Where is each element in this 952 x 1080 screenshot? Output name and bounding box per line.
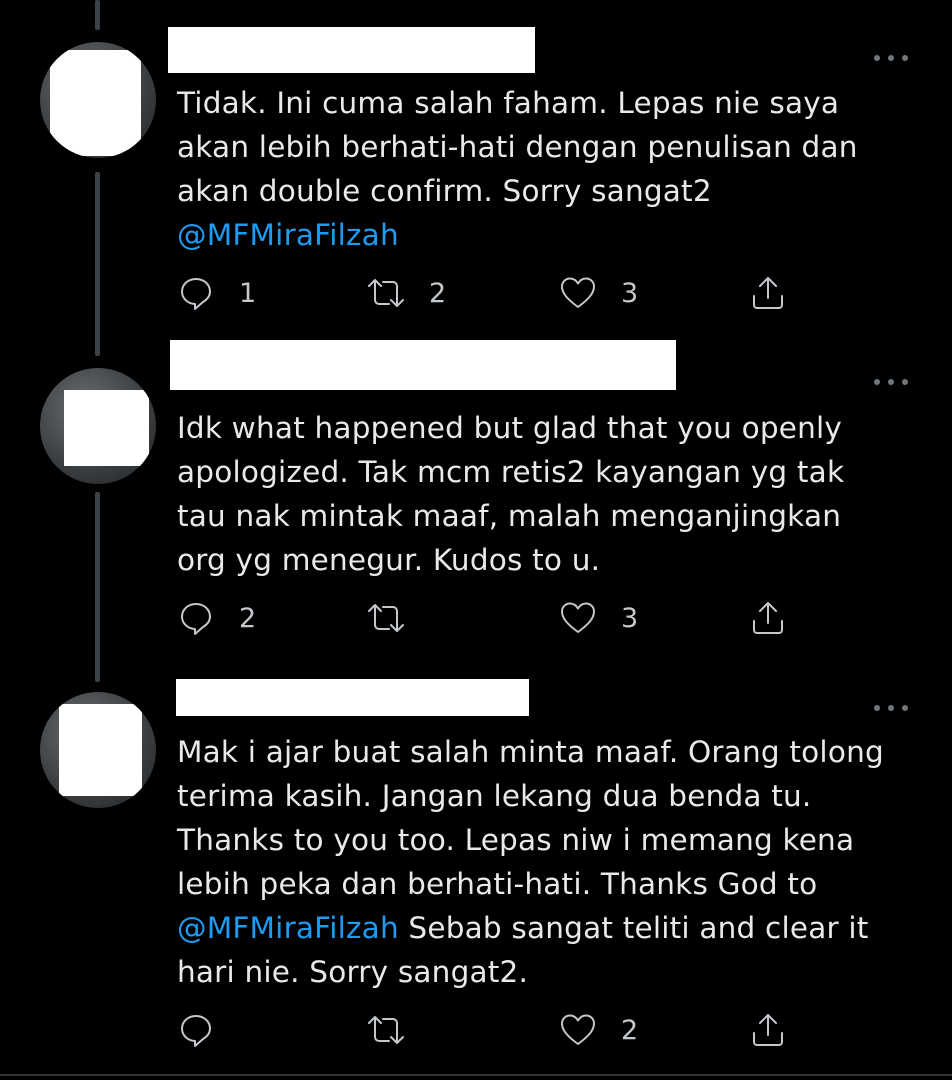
more-icon [874, 705, 880, 711]
reply-button[interactable]: 2 [177, 600, 256, 636]
tweet-text: Tidak. Ini cuma salah faham. Lepas nie s… [177, 81, 917, 257]
reply-icon [181, 603, 211, 635]
mention-link[interactable]: @MFMiraFilzah [177, 218, 399, 252]
tweet[interactable]: Mak i ajar buat salah minta maaf. Orang … [0, 670, 952, 1074]
retweet-count: 2 [429, 277, 447, 309]
share-icon [753, 277, 783, 309]
more-icon [874, 379, 880, 385]
reply-button[interactable] [177, 1012, 239, 1048]
more-options-button[interactable] [874, 372, 908, 392]
retweet-button[interactable] [367, 600, 429, 636]
like-button[interactable]: 3 [559, 600, 638, 636]
share-button[interactable] [749, 275, 787, 311]
more-icon [874, 55, 880, 61]
tweet[interactable]: Idk what happened but glad that you open… [0, 330, 952, 670]
tweet-text-part: Mak i ajar buat salah minta maaf. Orang … [177, 735, 884, 901]
like-button[interactable]: 3 [559, 275, 638, 311]
share-icon [753, 1014, 783, 1046]
reply-icon [181, 1015, 211, 1047]
tweet-actions: 2 3 [177, 600, 797, 636]
retweet-icon [368, 604, 404, 632]
tweet-text-part: Idk what happened but glad that you open… [177, 411, 845, 577]
timeline: { "tweets": [ { "id": "t1", "text_parts"… [0, 0, 952, 1080]
avatar-redaction [64, 390, 149, 466]
retweet-button[interactable] [367, 1012, 429, 1048]
share-button[interactable] [749, 600, 787, 636]
like-count: 2 [621, 1014, 639, 1046]
reply-count: 1 [239, 277, 257, 309]
reply-count: 2 [239, 602, 257, 634]
share-button[interactable] [749, 1012, 787, 1048]
avatar-redaction [59, 704, 142, 796]
tweet-actions: 1 2 3 [177, 275, 797, 311]
mention-link[interactable]: @MFMiraFilzah [177, 911, 399, 945]
like-icon [561, 1014, 595, 1045]
author-name-redaction [176, 679, 529, 716]
retweet-button[interactable]: 2 [367, 275, 446, 311]
avatar[interactable] [40, 368, 156, 484]
avatar[interactable] [40, 692, 156, 808]
like-icon [561, 602, 595, 633]
share-icon [753, 602, 783, 634]
reply-icon [181, 278, 211, 310]
divider [0, 1074, 952, 1076]
avatar-redaction [50, 50, 141, 156]
tweet-text: Idk what happened but glad that you open… [177, 406, 917, 582]
like-count: 3 [621, 602, 639, 634]
more-options-button[interactable] [874, 698, 908, 718]
author-name-redaction [168, 27, 535, 73]
tweet-text-part: Tidak. Ini cuma salah faham. Lepas nie s… [177, 86, 858, 208]
retweet-icon [368, 279, 404, 307]
retweet-icon [368, 1016, 404, 1044]
avatar[interactable] [40, 42, 156, 158]
like-icon [561, 277, 595, 308]
tweet-text: Mak i ajar buat salah minta maaf. Orang … [177, 730, 917, 994]
like-count: 3 [621, 277, 639, 309]
like-button[interactable]: 2 [559, 1012, 638, 1048]
author-name-redaction [170, 340, 676, 390]
more-options-button[interactable] [874, 48, 908, 68]
tweet-actions: 2 [177, 1012, 797, 1048]
reply-button[interactable]: 1 [177, 275, 256, 311]
tweet[interactable]: Tidak. Ini cuma salah faham. Lepas nie s… [0, 0, 952, 330]
